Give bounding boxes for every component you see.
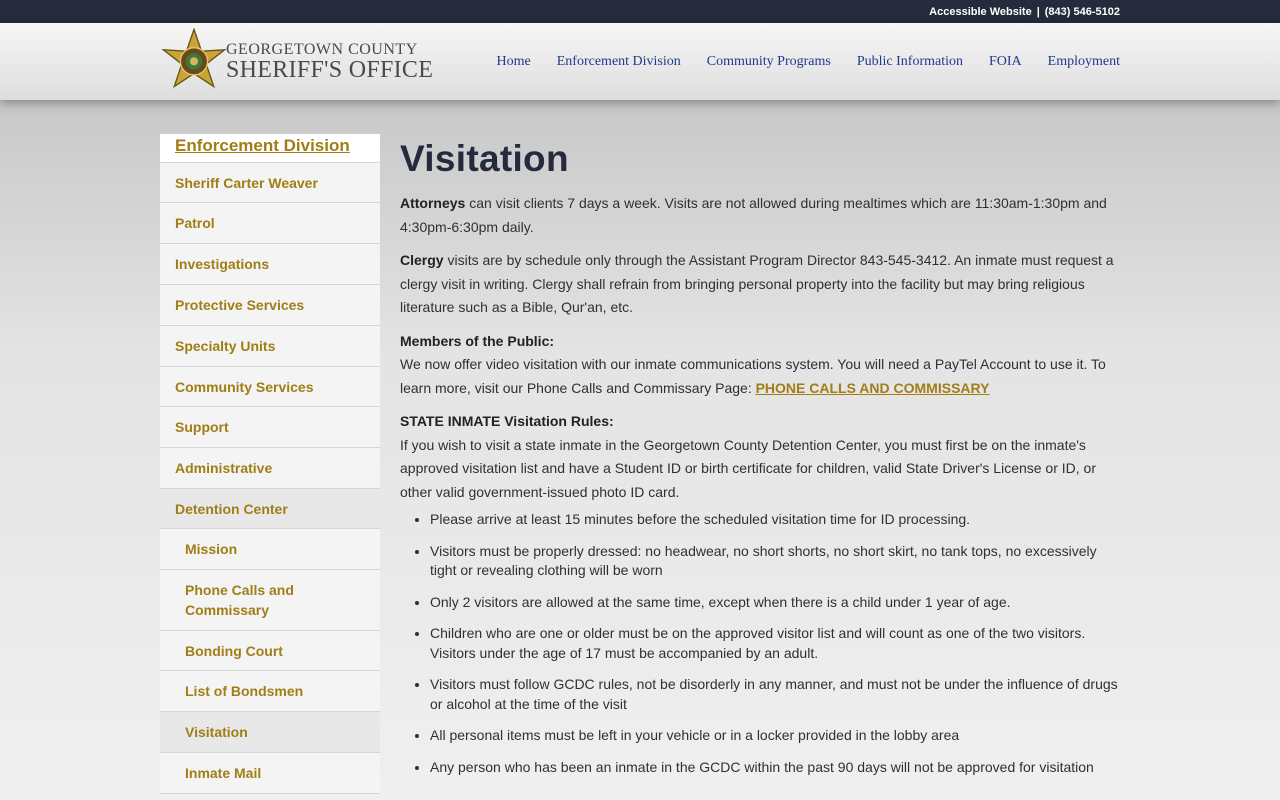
main-content: Visitation Attorneys can visit clients 7… (380, 134, 1120, 794)
list-item: Visitors must be properly dressed: no he… (430, 542, 1120, 581)
sidebar-item-visitation[interactable]: Visitation (160, 712, 380, 753)
sidebar-item-specialty-units[interactable]: Specialty Units (160, 326, 380, 367)
list-item: All personal items must be left in your … (430, 726, 1120, 746)
sidebar-heading: Enforcement Division (160, 134, 380, 163)
public-heading: Members of the Public: (400, 332, 555, 349)
nav-public-information[interactable]: Public Information (857, 54, 963, 70)
site-header: GEORGETOWN COUNTY SHERIFF'S OFFICE Home … (0, 23, 1280, 100)
sidebar-item-sheriff[interactable]: Sheriff Carter Weaver (160, 163, 380, 203)
sidebar-heading-link[interactable]: Enforcement Division (175, 136, 350, 155)
nav-community-programs[interactable]: Community Programs (707, 54, 831, 70)
clergy-label: Clergy (400, 252, 444, 268)
visitation-rules-list: Please arrive at least 15 minutes before… (430, 510, 1120, 777)
utility-bar: Accessible Website | (843) 546-5102 (0, 0, 1280, 23)
sidebar-item-mission[interactable]: Mission (160, 529, 380, 570)
main-nav: Home Enforcement Division Community Prog… (471, 54, 1120, 70)
site-logo[interactable]: GEORGETOWN COUNTY SHERIFF'S OFFICE (160, 27, 434, 96)
clergy-paragraph: Clergy visits are by schedule only throu… (400, 249, 1120, 320)
logo-line-county: GEORGETOWN COUNTY (226, 41, 418, 58)
nav-foia[interactable]: FOIA (989, 54, 1022, 70)
nav-enforcement-division[interactable]: Enforcement Division (557, 54, 681, 70)
page-title: Visitation (400, 138, 569, 179)
state-inmate-text: If you wish to visit a state inmate in t… (400, 436, 1097, 500)
sidebar-item-investigations[interactable]: Investigations (160, 244, 380, 285)
logo-line-office: SHERIFF'S OFFICE (226, 57, 434, 83)
sidebar-item-support[interactable]: Support (160, 407, 380, 448)
sidebar-item-inmate-mail[interactable]: Inmate Mail (160, 753, 380, 794)
sidebar-item-detention-center[interactable]: Detention Center (160, 489, 380, 529)
list-item: Please arrive at least 15 minutes before… (430, 510, 1120, 530)
sidebar-item-phone-calls-commissary[interactable]: Phone Calls and Commissary (160, 570, 380, 631)
list-item: Visitors must follow GCDC rules, not be … (430, 675, 1120, 714)
list-item: Only 2 visitors are allowed at the same … (430, 593, 1120, 613)
phone-calls-commissary-link[interactable]: PHONE CALLS AND COMMISSARY (756, 380, 990, 396)
sidebar-item-protective-services[interactable]: Protective Services (160, 285, 380, 326)
accessible-website-link[interactable]: Accessible Website (929, 6, 1032, 18)
sidebar-item-bonding-court[interactable]: Bonding Court (160, 631, 380, 671)
sidebar-nav: Enforcement Division Sheriff Carter Weav… (160, 134, 380, 794)
attorneys-paragraph: Attorneys can visit clients 7 days a wee… (400, 192, 1120, 239)
sidebar-item-administrative[interactable]: Administrative (160, 448, 380, 489)
list-item: Any person who has been an inmate in the… (430, 758, 1120, 778)
sidebar-item-community-services[interactable]: Community Services (160, 367, 380, 407)
nav-employment[interactable]: Employment (1048, 54, 1120, 70)
state-inmate-heading: STATE INMATE Visitation Rules: (400, 413, 614, 429)
list-item: Children who are one or older must be on… (430, 624, 1120, 663)
phone-link[interactable]: (843) 546-5102 (1045, 6, 1120, 18)
sheriff-star-badge-icon (161, 27, 227, 88)
attorneys-label: Attorneys (400, 195, 466, 211)
clergy-text: visits are by schedule only through the … (400, 252, 1114, 315)
utility-separator: | (1036, 5, 1040, 18)
public-text: We now offer video visitation with our i… (400, 356, 1106, 396)
page-body: Enforcement Division Sheriff Carter Weav… (0, 100, 1280, 800)
public-paragraph: Members of the Public: We now offer vide… (400, 330, 1120, 401)
nav-home[interactable]: Home (497, 54, 531, 70)
attorneys-text: can visit clients 7 days a week. Visits … (400, 195, 1107, 235)
state-inmate-paragraph: STATE INMATE Visitation Rules: If you wi… (400, 410, 1120, 504)
sidebar-item-patrol[interactable]: Patrol (160, 203, 380, 244)
sidebar-item-list-of-bondsmen[interactable]: List of Bondsmen (160, 671, 380, 712)
